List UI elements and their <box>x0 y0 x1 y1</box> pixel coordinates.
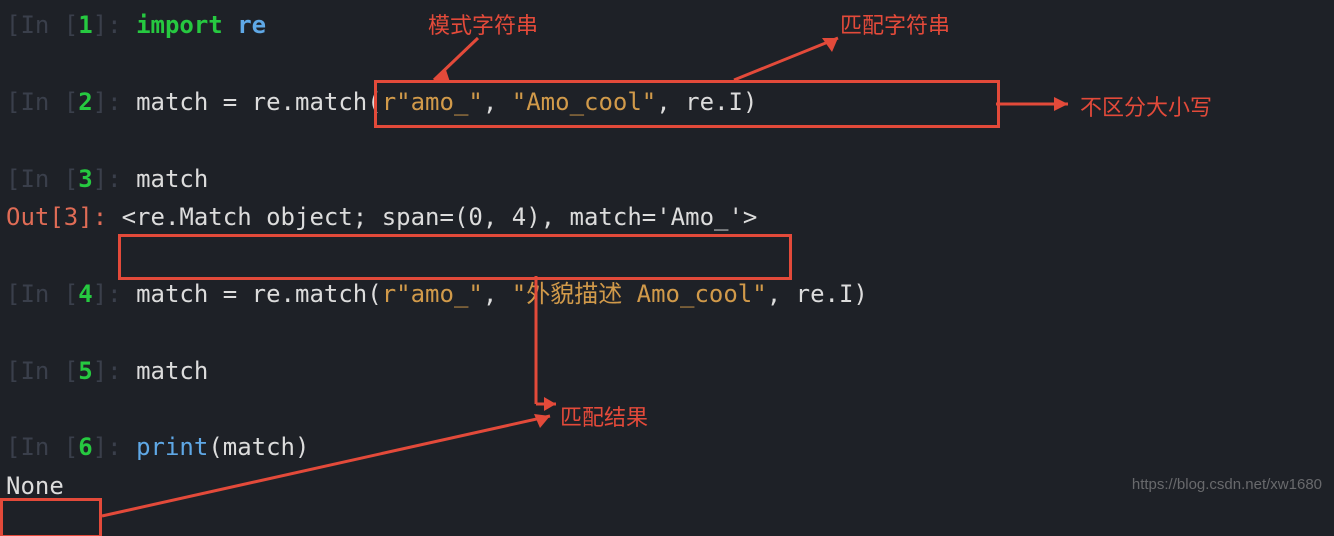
code-line-3: [In [3]: match <box>6 160 1334 198</box>
annotation-pattern-string: 模式字符串 <box>428 8 538 43</box>
code-line-1: [In [1]: import re <box>6 6 1334 44</box>
prompt-bracket-close: ]: <box>93 88 136 116</box>
prompt-bracket-close: ]: <box>93 357 136 385</box>
annotation-case-insensitive: 不区分大小写 <box>1080 90 1212 125</box>
highlight-box-args <box>374 80 1000 128</box>
raw-string-pattern: r"amo_" <box>382 280 483 308</box>
prompt-number: 3 <box>78 165 92 193</box>
code-line-4: [In [4]: match = re.match(r"amo_", "外貌描述… <box>6 275 1334 313</box>
none-literal: None <box>6 472 64 500</box>
watermark: https://blog.csdn.net/xw1680 <box>1132 473 1322 497</box>
prompt-number: 1 <box>78 11 92 39</box>
code-line-6: [In [6]: print(match) <box>6 428 1334 466</box>
prompt-bracket: [In [ <box>6 433 78 461</box>
highlight-box-match-repr <box>118 234 792 280</box>
prompt-bracket-close: ]: <box>93 11 136 39</box>
code-line-5: [In [5]: match <box>6 352 1334 390</box>
assignment: match = re.match <box>136 88 367 116</box>
expr: match <box>136 357 208 385</box>
highlight-box-none <box>0 498 102 536</box>
blank-line <box>6 44 1334 82</box>
annotation-match-string: 匹配字符串 <box>840 8 950 43</box>
blank-line <box>6 313 1334 351</box>
comma: , <box>483 280 512 308</box>
out-label: Out[ <box>6 203 64 231</box>
flag-tail: , re.I) <box>767 280 868 308</box>
prompt-number: 5 <box>78 357 92 385</box>
prompt-bracket-close: ]: <box>93 165 136 193</box>
string-target: "外貌描述 Amo_cool" <box>512 280 767 308</box>
prompt-number: 4 <box>78 280 92 308</box>
prompt-bracket-close: ]: <box>93 280 136 308</box>
prompt-bracket: [In [ <box>6 280 78 308</box>
prompt-bracket: [In [ <box>6 88 78 116</box>
prompt-bracket: [In [ <box>6 357 78 385</box>
prompt-number: 6 <box>78 433 92 461</box>
annotation-match-result: 匹配结果 <box>560 400 648 435</box>
prompt-bracket: [In [ <box>6 11 78 39</box>
out-number: 3 <box>64 203 78 231</box>
prompt-bracket: [In [ <box>6 165 78 193</box>
out-label-close: ]: <box>78 203 121 231</box>
assignment: match = re.match( <box>136 280 382 308</box>
keyword-import: import <box>136 11 237 39</box>
builtin-print: print <box>136 433 208 461</box>
module-name: re <box>237 11 266 39</box>
match-object-repr: <re.Match object; span=(0, 4), match='Am… <box>122 203 758 231</box>
code-canvas: [In [1]: import re [In [2]: match = re.m… <box>0 0 1334 505</box>
prompt-bracket-close: ]: <box>93 433 136 461</box>
prompt-number: 2 <box>78 88 92 116</box>
output-line-3: Out[3]: <re.Match object; span=(0, 4), m… <box>6 198 1334 236</box>
expr: match <box>136 165 208 193</box>
blank-line <box>6 390 1334 428</box>
call-arg: (match) <box>208 433 309 461</box>
